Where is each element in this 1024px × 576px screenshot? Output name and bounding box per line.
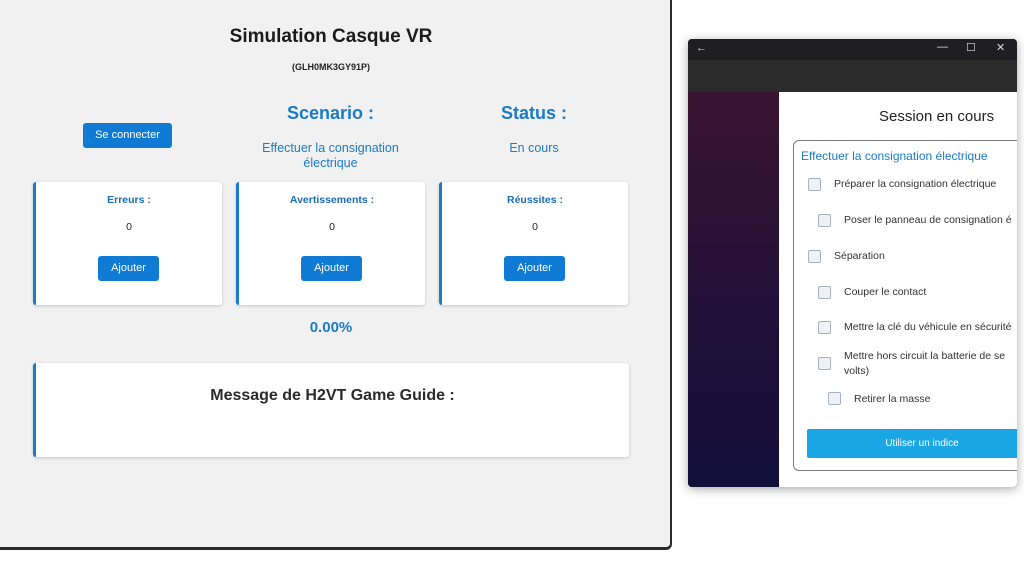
task-checkbox[interactable] bbox=[818, 286, 831, 299]
warnings-label: Avertissements : bbox=[289, 194, 375, 206]
task-label: Retirer la masse bbox=[854, 393, 931, 405]
task-checkbox[interactable] bbox=[818, 214, 831, 227]
scenario-value: Effectuer la consignation électrique bbox=[262, 141, 399, 170]
task-label: Mettre hors circuit la batterie de se bbox=[844, 350, 1006, 362]
progress-percent: 0.00% bbox=[309, 319, 353, 336]
task-checkbox[interactable] bbox=[808, 178, 821, 191]
side-panel bbox=[688, 92, 779, 487]
page-title: Simulation Casque VR bbox=[229, 26, 433, 47]
warnings-card: Avertissements : 0 Ajouter bbox=[236, 182, 425, 305]
session-id: (GLH0MK3GY91P) bbox=[291, 62, 371, 72]
scenario-title: Scenario : bbox=[286, 103, 375, 123]
back-arrow-icon[interactable]: ← bbox=[696, 42, 707, 54]
successes-card: Réussites : 0 Ajouter bbox=[439, 182, 628, 305]
errors-card: Erreurs : 0 Ajouter bbox=[33, 182, 222, 305]
errors-label: Erreurs : bbox=[107, 194, 151, 206]
status-title: Status : bbox=[500, 103, 567, 123]
guide-message-box: Message de H2VT Game Guide : bbox=[33, 363, 629, 457]
task-label: Poser le panneau de consignation é bbox=[844, 214, 1012, 226]
warnings-count: 0 bbox=[329, 221, 335, 233]
window-toolbar bbox=[688, 60, 1017, 92]
task-label: Séparation bbox=[834, 250, 885, 262]
guide-message-title: Message de H2VT Game Guide : bbox=[210, 387, 455, 404]
session-content: Session en cours Effectuer la consignati… bbox=[779, 92, 1017, 487]
task-checkbox[interactable] bbox=[808, 250, 821, 263]
task-checkbox[interactable] bbox=[818, 357, 831, 370]
close-icon[interactable]: ✕ bbox=[996, 41, 1005, 54]
task-heading: Effectuer la consignation électrique bbox=[801, 149, 988, 163]
add-error-button[interactable]: Ajouter bbox=[98, 256, 159, 281]
minimize-icon[interactable]: — bbox=[937, 41, 948, 53]
window-titlebar: ← — ☐ ✕ bbox=[688, 39, 1017, 60]
add-warning-button[interactable]: Ajouter bbox=[301, 256, 362, 281]
connect-button[interactable]: Se connecter bbox=[83, 123, 172, 148]
errors-count: 0 bbox=[126, 221, 132, 233]
successes-label: Réussites : bbox=[506, 194, 564, 206]
task-label: Couper le contact bbox=[844, 286, 927, 298]
maximize-icon[interactable]: ☐ bbox=[966, 41, 976, 54]
task-label-continued: volts) bbox=[844, 365, 870, 377]
successes-count: 0 bbox=[532, 221, 538, 233]
status-value: En cours bbox=[509, 141, 559, 155]
task-label: Préparer la consignation électrique bbox=[834, 178, 997, 190]
add-success-button[interactable]: Ajouter bbox=[504, 256, 565, 281]
task-label: Mettre la clé du véhicule en sécurité bbox=[844, 321, 1012, 333]
task-checkbox[interactable] bbox=[818, 321, 831, 334]
task-checkbox[interactable] bbox=[828, 392, 841, 405]
use-hint-button[interactable]: Utiliser un indice bbox=[807, 429, 1017, 458]
session-app-window: ← — ☐ ✕ Session en cours Effectuer la co… bbox=[688, 39, 1017, 487]
task-list-box: Effectuer la consignation électrique Pré… bbox=[793, 140, 1017, 471]
session-title: Session en cours bbox=[879, 108, 995, 125]
web-page: Simulation Casque VR (GLH0MK3GY91P) Se c… bbox=[0, 0, 672, 550]
